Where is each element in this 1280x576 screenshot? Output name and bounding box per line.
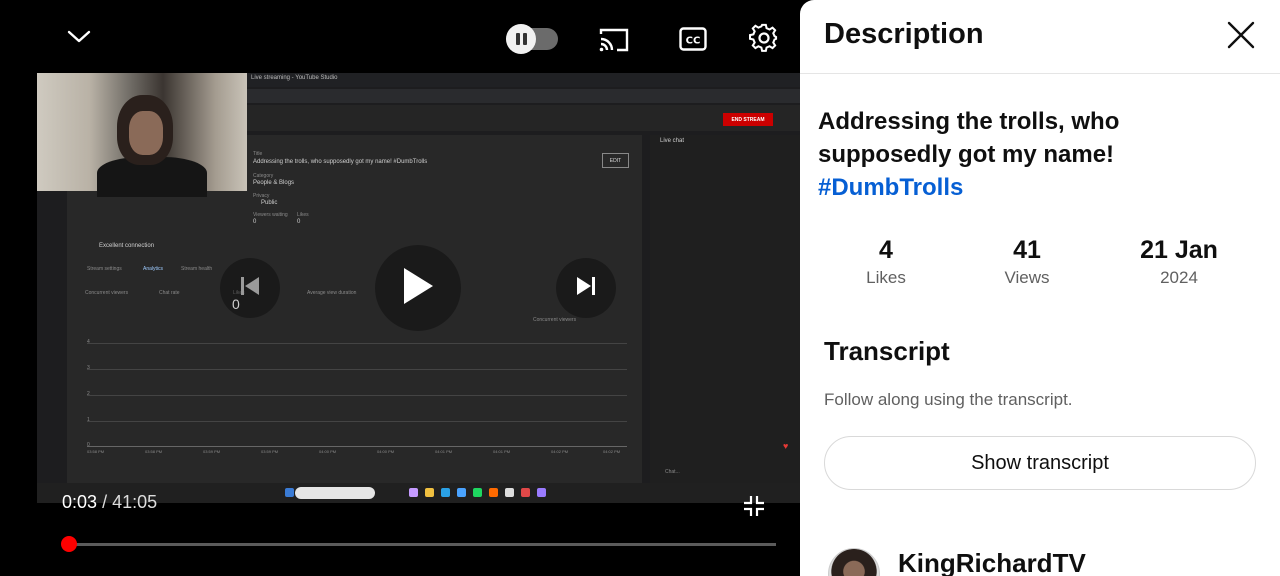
studio-metric-dropdown: Concurrent viewers bbox=[533, 317, 577, 323]
close-icon[interactable] bbox=[1226, 20, 1260, 54]
gear-icon[interactable] bbox=[746, 20, 782, 56]
studio-edit-button: EDIT bbox=[602, 153, 629, 168]
studio-title-label: Title bbox=[253, 151, 263, 157]
end-stream-button: END STREAM bbox=[723, 113, 773, 126]
likes-label: Likes bbox=[866, 268, 906, 287]
views-label: Views bbox=[1004, 268, 1050, 287]
studio-metric-chat-rate: Chat rate bbox=[159, 290, 180, 296]
progress-scrubber[interactable] bbox=[61, 536, 77, 552]
edge-icon bbox=[441, 488, 450, 497]
studio-x-tick: 03:59 PM bbox=[203, 449, 221, 454]
studio-viewers-waiting-value: 0 bbox=[253, 219, 257, 225]
studio-connection-status: Excellent connection bbox=[99, 243, 155, 249]
studio-live-chat-column bbox=[650, 135, 800, 483]
overlay-badge: 0 bbox=[232, 296, 240, 312]
avatar[interactable] bbox=[828, 548, 880, 576]
studio-likes-value: 0 bbox=[297, 219, 301, 225]
taskbar-app-icon bbox=[409, 488, 418, 497]
panel-title: Description bbox=[824, 18, 984, 50]
windows-start-icon bbox=[285, 488, 294, 497]
studio-tab-stream-settings: Stream settings bbox=[87, 266, 122, 272]
next-button[interactable] bbox=[556, 258, 616, 318]
duration: / 41:05 bbox=[102, 492, 158, 512]
studio-toolbar bbox=[247, 105, 800, 131]
views-count: 41 bbox=[1013, 236, 1041, 264]
likes-stat: 4 Likes bbox=[826, 234, 946, 288]
studio-analytics-chart: 4 3 2 1 0 bbox=[87, 331, 632, 451]
play-icon bbox=[401, 266, 435, 311]
video-title-text: Addressing the trolls, who supposedly go… bbox=[818, 108, 1120, 168]
spotify-icon bbox=[473, 488, 482, 497]
video-player[interactable]: CC Live streaming - YouTube Studio END S… bbox=[0, 0, 800, 576]
views-stat: 41 Views bbox=[967, 234, 1087, 288]
studio-category-value: People & Blogs bbox=[253, 180, 295, 186]
folder-icon bbox=[425, 488, 434, 497]
likes-count: 4 bbox=[879, 236, 893, 264]
firefox-icon bbox=[489, 488, 498, 497]
studio-tab-analytics: Analytics bbox=[143, 266, 164, 272]
description-panel: Description Addressing the trolls, who s… bbox=[800, 0, 1280, 576]
exit-fullscreen-icon[interactable] bbox=[742, 494, 768, 520]
time-display: 0:03 / 41:05 bbox=[62, 492, 157, 513]
video-title: Addressing the trolls, who supposedly go… bbox=[818, 105, 1248, 204]
studio-x-tick: 04:01 PM bbox=[435, 449, 453, 454]
taskbar-search bbox=[295, 487, 375, 499]
studio-y-tick: 1 bbox=[87, 417, 90, 423]
studio-x-tick: 04:01 PM bbox=[493, 449, 511, 454]
hashtag-link[interactable]: #DumbTrolls bbox=[818, 171, 1248, 204]
show-transcript-button[interactable]: Show transcript bbox=[824, 436, 1256, 490]
autoplay-toggle[interactable] bbox=[504, 24, 560, 54]
cast-icon[interactable] bbox=[596, 22, 632, 58]
studio-y-tick: 2 bbox=[87, 391, 90, 397]
studio-x-tick: 04:00 PM bbox=[377, 449, 395, 454]
current-time: 0:03 bbox=[62, 492, 98, 512]
autoplay-track bbox=[506, 24, 558, 54]
studio-viewers-waiting-label: Viewers waiting bbox=[253, 212, 288, 218]
svg-text:CC: CC bbox=[686, 36, 701, 47]
taskbar-app-icon bbox=[521, 488, 530, 497]
chrome-icon bbox=[505, 488, 514, 497]
transcript-heading: Transcript bbox=[824, 336, 950, 366]
publish-date: 21 Jan bbox=[1140, 236, 1218, 264]
chevron-down-icon[interactable] bbox=[62, 20, 96, 54]
studio-chat-input: Chat... bbox=[665, 469, 680, 475]
studio-y-tick: 0 bbox=[87, 442, 90, 448]
previous-button[interactable] bbox=[220, 258, 280, 318]
studio-x-tick: 03:58 PM bbox=[145, 449, 163, 454]
studio-x-tick: 04:00 PM bbox=[319, 449, 337, 454]
studio-metric-concurrent: Concurrent viewers bbox=[85, 290, 129, 296]
play-button[interactable] bbox=[375, 245, 461, 331]
studio-y-tick: 4 bbox=[87, 339, 90, 345]
transcript-subtext: Follow along using the transcript. bbox=[824, 390, 1073, 409]
taskbar-app-icon bbox=[537, 488, 546, 497]
studio-title-value: Addressing the trolls, who supposedly go… bbox=[253, 159, 428, 165]
previous-icon bbox=[239, 275, 261, 302]
taskbar-app-icon bbox=[457, 488, 466, 497]
date-stat: 21 Jan 2024 bbox=[1119, 234, 1239, 288]
channel-name[interactable]: KingRichardTV bbox=[898, 548, 1086, 576]
panel-header: Description bbox=[800, 0, 1280, 74]
studio-privacy-label: Privacy bbox=[253, 193, 270, 199]
studio-tab-stream-health: Stream health bbox=[181, 266, 213, 272]
studio-x-tick: 04:02 PM bbox=[551, 449, 569, 454]
next-icon bbox=[575, 275, 597, 302]
pause-icon bbox=[506, 24, 536, 54]
browser-address-bar bbox=[247, 89, 800, 103]
studio-likes-label: Likes bbox=[297, 212, 309, 218]
studio-metric-avg-duration: Average view duration bbox=[307, 290, 357, 296]
browser-tab-title: Live streaming - YouTube Studio bbox=[251, 75, 338, 81]
studio-x-tick: 03:59 PM bbox=[261, 449, 279, 454]
studio-privacy-value: Public bbox=[261, 200, 278, 206]
studio-live-chat-label: Live chat bbox=[660, 138, 685, 144]
studio-x-tick: 03:58 PM bbox=[87, 449, 105, 454]
studio-y-tick: 3 bbox=[87, 365, 90, 371]
publish-year: 2024 bbox=[1160, 268, 1198, 287]
webcam-overlay bbox=[37, 73, 247, 197]
heart-icon: ♥ bbox=[783, 441, 789, 451]
cc-icon[interactable]: CC bbox=[676, 22, 710, 56]
studio-category-label: Category bbox=[253, 173, 274, 179]
studio-x-tick: 04:02 PM bbox=[603, 449, 621, 454]
progress-bar[interactable] bbox=[69, 543, 776, 546]
